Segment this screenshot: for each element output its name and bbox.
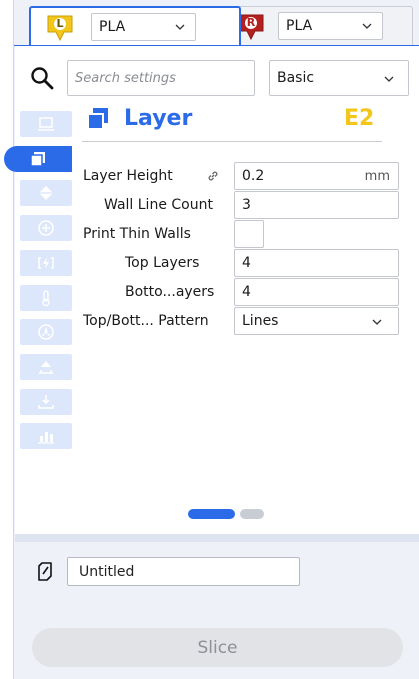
extruder-tabs: R PLA L PLA — [29, 6, 419, 46]
material-select-left[interactable]: PLA — [91, 13, 196, 41]
category-layer[interactable] — [4, 146, 72, 172]
extruder-tab-left[interactable]: L PLA — [29, 6, 241, 46]
mode-select-value: Basic — [277, 70, 315, 86]
print-thin-walls-checkbox[interactable] — [234, 220, 264, 248]
category-support[interactable] — [20, 354, 72, 380]
wall-line-count-field[interactable]: 3 — [234, 191, 399, 219]
layer-height-unit: mm — [364, 169, 390, 184]
material-select-value: PLA — [99, 19, 126, 35]
layer-height-label: Layer Height — [83, 168, 173, 184]
category-experimental[interactable] — [20, 423, 72, 449]
section-title: Layer — [124, 106, 193, 131]
category-printer[interactable] — [20, 111, 72, 137]
top-layers-field[interactable]: 4 — [234, 249, 399, 277]
shell-icon — [39, 186, 53, 200]
panel-divider — [15, 534, 419, 542]
page-indicator-2[interactable] — [240, 509, 264, 519]
material-icon — [38, 257, 54, 269]
slice-button-label: Slice — [197, 637, 238, 658]
top-layers-value: 4 — [242, 255, 251, 271]
support-icon — [39, 361, 53, 374]
print-thin-walls-label: Print Thin Walls — [83, 226, 191, 242]
wall-line-count-value: 3 — [242, 197, 251, 213]
wall-line-count-label: Wall Line Count — [104, 197, 213, 213]
section-extruder-label: E2 — [344, 106, 375, 131]
layer-icon — [30, 152, 45, 167]
chevron-down-icon — [384, 76, 394, 82]
section-divider — [82, 141, 382, 142]
bottom-layers-field[interactable]: 4 — [234, 278, 399, 306]
chevron-down-icon — [372, 319, 382, 325]
extruder-badge-letter: R — [246, 16, 256, 29]
extruder-badge-letter: L — [56, 17, 64, 30]
temperature-icon — [42, 290, 50, 307]
category-cooling[interactable] — [20, 319, 72, 345]
extruder-badge-icon: L — [47, 14, 73, 42]
extruder-tab-right[interactable]: R PLA — [221, 6, 413, 46]
top-layers-label: Top Layers — [125, 255, 200, 271]
extruder-badge-icon: R — [238, 13, 264, 41]
category-temperature[interactable] — [20, 285, 72, 311]
edit-icon — [38, 562, 52, 581]
experimental-icon — [38, 432, 54, 444]
category-adhesion[interactable] — [20, 389, 72, 415]
category-material[interactable] — [20, 250, 72, 276]
cooling-icon — [38, 324, 54, 340]
material-select-right[interactable]: PLA — [278, 12, 383, 40]
category-shell[interactable] — [20, 180, 72, 206]
printer-icon — [38, 117, 54, 131]
chevron-down-icon — [362, 23, 372, 29]
adhesion-icon — [38, 395, 54, 409]
infill-icon — [38, 220, 54, 236]
layer-height-value: 0.2 — [242, 168, 265, 184]
bottom-layers-value: 4 — [242, 284, 251, 300]
link-icon — [208, 171, 218, 181]
category-infill[interactable] — [20, 215, 72, 241]
bottom-layers-label: Botto...ayers — [125, 284, 215, 300]
chevron-down-icon — [175, 24, 185, 30]
slice-button[interactable]: Slice — [32, 628, 403, 667]
search-icon — [31, 67, 54, 90]
search-input[interactable] — [67, 60, 255, 96]
job-name-input[interactable] — [67, 557, 300, 586]
top-bottom-pattern-value: Lines — [242, 313, 279, 329]
material-select-value: PLA — [286, 18, 313, 34]
layer-height-field[interactable]: 0.2 mm — [234, 162, 399, 190]
top-bottom-pattern-select[interactable]: Lines — [234, 307, 399, 335]
layer-icon — [87, 108, 108, 130]
mode-select[interactable]: Basic — [269, 60, 409, 96]
left-edge — [0, 0, 14, 679]
top-bottom-pattern-label: Top/Bott... Pattern — [83, 313, 209, 329]
page-indicator-1[interactable] — [188, 509, 235, 519]
